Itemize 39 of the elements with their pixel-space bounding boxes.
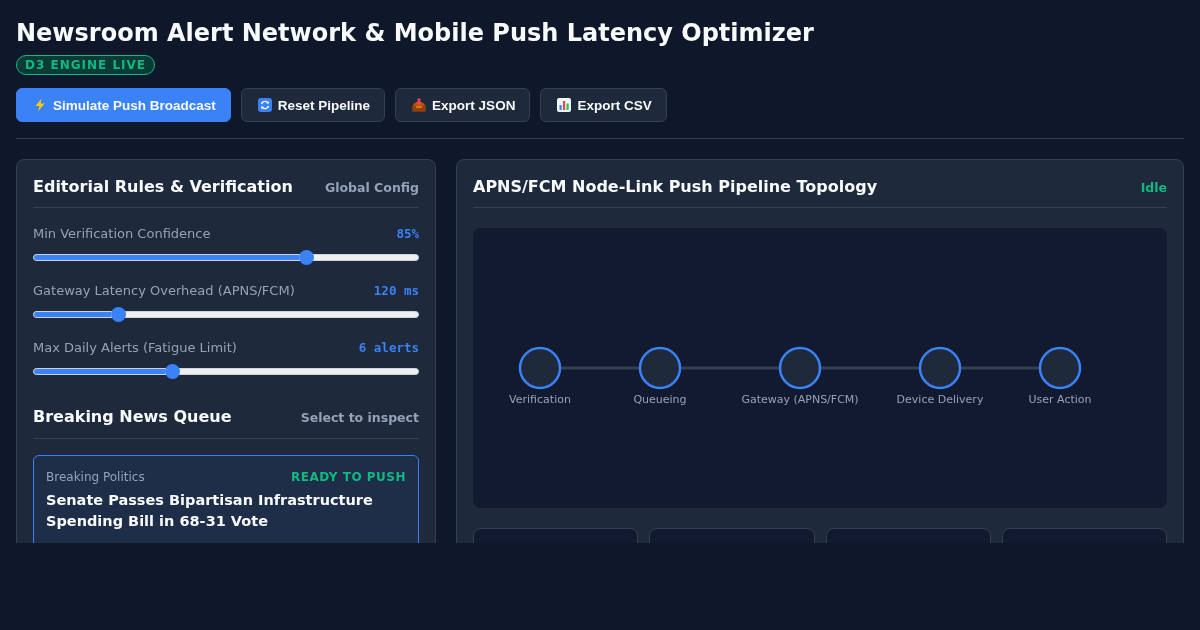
inbox-tray-icon bbox=[412, 98, 427, 112]
panel-note: Select to inspect bbox=[300, 409, 419, 425]
pipeline-node bbox=[778, 346, 822, 390]
pipeline-node bbox=[1038, 346, 1082, 390]
news-category: Breaking Politics bbox=[46, 470, 145, 484]
bar-chart-icon bbox=[557, 98, 572, 112]
pipeline-node bbox=[518, 346, 562, 390]
slider-thumb[interactable] bbox=[164, 363, 180, 379]
toolbar-button[interactable]: Export CSV bbox=[540, 88, 667, 122]
node-label: Gateway (APNS/FCM) bbox=[741, 393, 859, 406]
panel-title: Editorial Rules & Verification bbox=[33, 176, 293, 198]
pipeline-status: Idle bbox=[1140, 179, 1167, 195]
toolbar-button[interactable]: Reset Pipeline bbox=[240, 88, 386, 122]
news-status: READY TO PUSH bbox=[291, 470, 406, 484]
panel-title: Breaking News Queue bbox=[33, 406, 232, 428]
slider-label: Gateway Latency Overhead (APNS/FCM) bbox=[33, 282, 295, 298]
slider-thumb[interactable] bbox=[299, 249, 315, 265]
node-label: Queueing bbox=[633, 393, 687, 406]
pipeline-node bbox=[918, 346, 962, 390]
slider-label: Min Verification Confidence bbox=[33, 225, 211, 241]
node-label: Verification bbox=[509, 393, 571, 406]
node-label: Device Delivery bbox=[896, 393, 984, 406]
bolt-icon bbox=[33, 98, 47, 112]
pipeline-node bbox=[638, 346, 682, 390]
panel-title: APNS/FCM Node-Link Push Pipeline Topology bbox=[473, 176, 878, 198]
node-label: User Action bbox=[1028, 393, 1092, 406]
news-headline: Senate Passes Bipartisan Infrastructure Spending Bill in 68-31 Vote bbox=[46, 491, 374, 531]
status-badge: D3 ENGINE LIVE bbox=[16, 55, 156, 75]
page-title: Newsroom Alert Network & Mobile Push Latency Optimizer bbox=[16, 18, 815, 49]
news-card[interactable]: Breaking Politics READY TO PUSH Senate Passes Bipartisan Infrastructure Spending Bill in 68-31 Vote bbox=[33, 455, 419, 543]
slider-thumb[interactable] bbox=[110, 306, 126, 322]
slider-label: Max Daily Alerts (Fatigue Limit) bbox=[33, 339, 237, 355]
slider-value: 120 ms bbox=[373, 282, 419, 298]
toolbar-button[interactable]: Export JSON bbox=[395, 88, 531, 122]
slider-value: 6 alerts bbox=[358, 339, 419, 355]
toolbar-button[interactable]: Simulate Push Broadcast bbox=[16, 88, 231, 122]
slider-value: 85% bbox=[396, 225, 419, 241]
refresh-icon bbox=[257, 98, 272, 112]
panel-note: Global Config bbox=[324, 179, 419, 195]
